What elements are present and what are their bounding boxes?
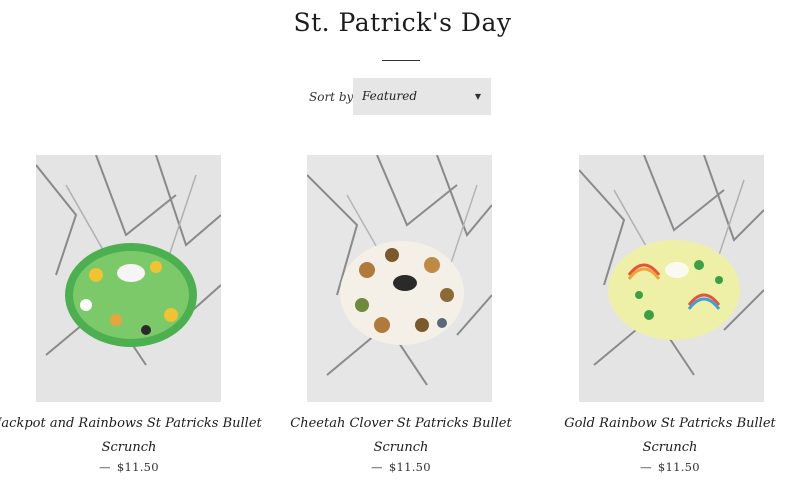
product-image[interactable] bbox=[307, 155, 492, 402]
product-name[interactable]: Jackpot and Rainbows St Patricks Bullet … bbox=[0, 412, 264, 460]
sort-label: Sort by bbox=[309, 90, 354, 104]
product-name[interactable]: Cheetah Clover St Patricks Bullet Scrunc… bbox=[266, 412, 536, 460]
sort-selected-value: Featured bbox=[362, 89, 417, 103]
page-title: St. Patrick's Day bbox=[293, 8, 512, 37]
product-card-cheetah-clover[interactable]: Cheetah Clover St Patricks Bullet Scrunc… bbox=[266, 155, 536, 474]
chevron-down-icon: ▼ bbox=[474, 92, 481, 101]
product-price: — $11.50 bbox=[371, 460, 431, 474]
product-card-jackpot[interactable]: Jackpot and Rainbows St Patricks Bullet … bbox=[0, 155, 264, 474]
product-price: — $11.50 bbox=[99, 460, 159, 474]
product-card-gold-rainbow[interactable]: Gold Rainbow St Patricks Bullet Scrunch … bbox=[535, 155, 805, 474]
product-image[interactable] bbox=[579, 155, 764, 402]
product-name[interactable]: Gold Rainbow St Patricks Bullet Scrunch bbox=[535, 412, 805, 460]
product-image[interactable] bbox=[36, 155, 221, 402]
title-divider bbox=[382, 60, 420, 61]
sort-dropdown[interactable]: Featured ▼ bbox=[353, 78, 491, 115]
product-price: — $11.50 bbox=[640, 460, 700, 474]
